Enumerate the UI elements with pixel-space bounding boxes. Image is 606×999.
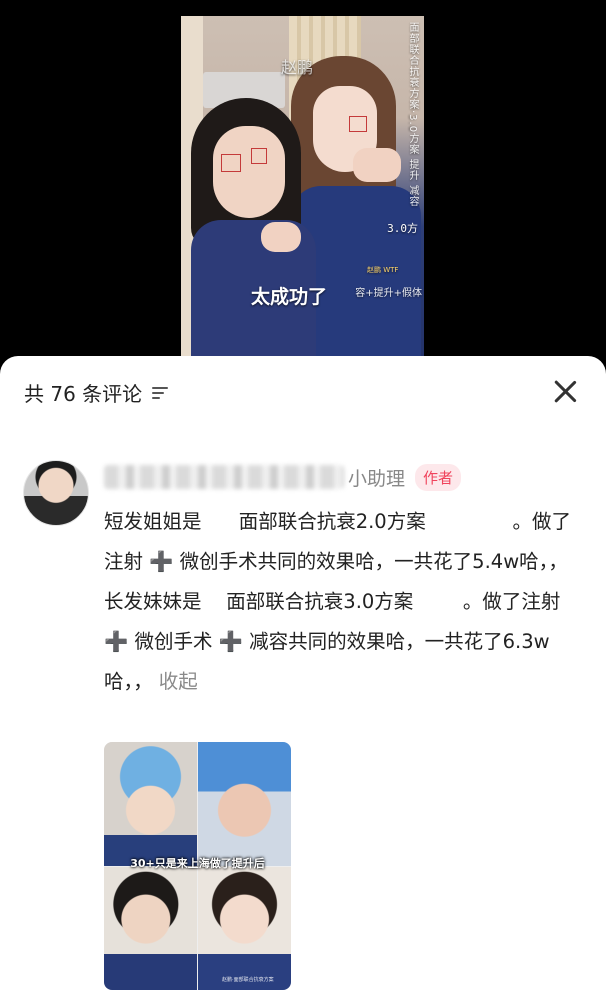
close-icon[interactable] [552, 378, 578, 404]
photo-small-text: 赵鹏·面部联合抗衰方案 [222, 977, 274, 983]
photo-quadrant [104, 742, 197, 866]
person-short-hair [191, 98, 331, 356]
collapse-button[interactable]: 收起 [159, 670, 198, 693]
comments-count-title: 共 76 条评论 [24, 382, 143, 406]
filter-icon[interactable] [152, 386, 170, 400]
comments-header: 共 76 条评论 [24, 378, 170, 407]
photo-caption: 30+只是来上海做了提升后 [130, 857, 265, 870]
username-blurred[interactable] [104, 465, 344, 489]
comment-author-row: 小助理 作者 [104, 462, 462, 492]
video-tiny-label: 赵鹏 WTF [367, 266, 399, 274]
comments-sheet: 共 76 条评论 小助理 作者 短发姐姐是 面部联合抗衰2.0方案 。做了注射 … [0, 356, 606, 999]
comment-body: 短发姐姐是 面部联合抗衰2.0方案 。做了注射 ➕ 微创手术共同的效果哈，一共花… [104, 502, 574, 702]
username-suffix[interactable]: 小助理 [348, 464, 405, 491]
video-small-line: 容+提升+假体 [355, 288, 422, 299]
video-player[interactable]: 赵鹏 面部联合抗衰方案·3.0方案 提升 减容 3.0方 赵鹏 WTF 太成功了… [181, 16, 424, 356]
video-caption: 太成功了 [251, 286, 328, 308]
comment-text: 短发姐姐是 面部联合抗衰2.0方案 。做了注射 ➕ 微创手术共同的效果哈，一共花… [104, 510, 571, 693]
video-watermark: 赵鹏 [281, 58, 314, 77]
video-tag: 3.0方 [387, 222, 418, 235]
photo-quadrant [104, 867, 197, 990]
author-badge: 作者 [415, 463, 462, 491]
photo-quadrant [198, 867, 291, 990]
photo-quadrant [198, 742, 291, 866]
avatar[interactable] [23, 460, 89, 526]
video-side-text: 面部联合抗衰方案·3.0方案 提升 减容 [407, 22, 418, 208]
comment-image[interactable]: 30+只是来上海做了提升后 赵鹏·面部联合抗衰方案 [104, 742, 291, 990]
